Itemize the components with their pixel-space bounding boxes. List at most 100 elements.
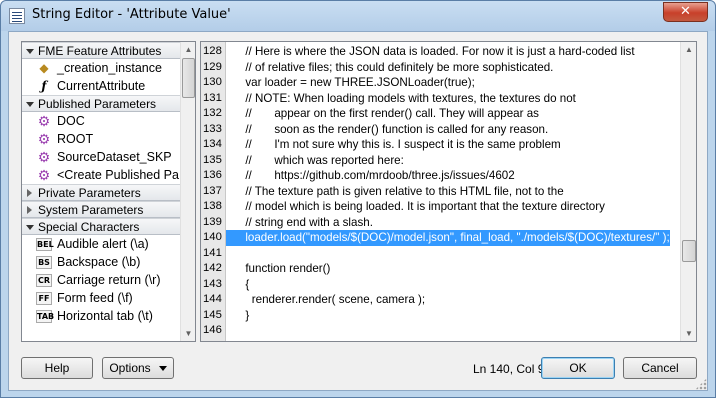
scroll-thumb[interactable] [182,58,195,98]
list-item[interactable]: ƒ CurrentAttribute [22,77,180,95]
line-number: 132 [203,107,222,119]
chevron-right-icon[interactable] [27,206,32,214]
function-icon: ƒ [41,79,47,93]
code-line[interactable]: 145 } [201,308,679,324]
list-item-label: CurrentAttribute [57,79,146,93]
list-item[interactable]: FF Form feed (\f) [22,289,180,307]
code-line[interactable]: 144 renderer.render( scene, camera ); [201,292,679,308]
resize-grip[interactable] [695,378,707,390]
line-text: function render() [226,262,331,275]
line-text: renderer.render( scene, camera ); [226,293,426,306]
code-line[interactable]: 135 // which was reported here: [201,153,679,169]
list-item[interactable]: BS Backspace (\b) [22,253,180,271]
code-line[interactable]: 141 [201,246,679,262]
list-item[interactable]: ⚙ <Create Published Pa [22,166,180,184]
scroll-up-icon[interactable]: ▲ [681,42,696,57]
group-header[interactable]: Private Parameters [22,184,180,201]
code-line[interactable]: 134 // I'm not sure why this is. I suspe… [201,137,679,153]
code-line[interactable]: 129 // of relative files; this could def… [201,60,679,76]
code-line[interactable]: 128 // Here is where the JSON data is lo… [201,44,679,60]
list-item[interactable]: CR Carriage return (\r) [22,271,180,289]
app-icon [9,8,25,24]
line-number: 145 [203,308,222,321]
line-number: 144 [203,293,222,305]
scroll-up-icon[interactable]: ▲ [181,42,195,57]
list-item[interactable]: TAB Horizontal tab (\t) [22,307,180,325]
line-text: // soon as the render() function is call… [226,122,549,136]
line-number: 129 [203,60,222,73]
group-label: Special Characters [38,220,140,234]
code-line[interactable]: 146 [201,323,679,339]
gear-icon: ⚙ [37,167,51,183]
list-item[interactable]: ⚙ ROOT [22,130,180,148]
gear-icon: ⚙ [37,113,51,129]
group-label: System Parameters [38,203,144,217]
line-text: } [226,308,250,322]
list-item-label: Horizontal tab (\t) [57,309,153,323]
code-text-area[interactable]: 128 // Here is where the JSON data is lo… [201,44,679,341]
ff-icon: FF [36,292,52,305]
line-text: // appear on the first render() call. Th… [226,107,539,120]
group-header[interactable]: FME Feature Attributes [22,42,180,59]
line-number: 142 [203,262,222,274]
close-button[interactable]: ✕ [663,2,708,22]
options-button[interactable]: Options [102,357,174,379]
list-item-label: DOC [57,114,85,128]
code-line[interactable]: 138 // model which is being loaded. It i… [201,199,679,215]
cancel-button[interactable]: Cancel [623,357,697,379]
string-editor-window: String Editor - 'Attribute Value' ✕ FME … [0,0,716,398]
group-header[interactable]: Special Characters [22,218,180,235]
line-text: // https://github.com/mrdoob/three.js/is… [226,169,515,182]
cursor-position-status: Ln 140, Col 92 [473,362,552,376]
code-line[interactable]: 132 // appear on the first render() call… [201,106,679,122]
code-line[interactable]: 142 function render() [201,261,679,277]
line-number: 135 [203,153,222,166]
group-label: Published Parameters [38,97,157,111]
line-text: // The texture path is given relative to… [226,184,564,198]
code-line[interactable]: 131 // NOTE: When loading models with te… [201,91,679,107]
scroll-down-icon[interactable]: ▼ [181,326,195,341]
list-item-label: Form feed (\f) [57,291,133,305]
code-line[interactable]: 137 // The texture path is given relativ… [201,184,679,200]
attribute-list: FME Feature Attributes ◆ _creation_instanc… [22,42,180,341]
bs-icon: BS [36,256,52,269]
list-item-label: Backspace (\b) [57,255,141,269]
line-text: function onDocumentMouseDown( event ) [226,339,462,342]
line-text: { [226,277,250,291]
scroll-down-icon[interactable]: ▼ [681,326,696,341]
group-header[interactable]: System Parameters [22,201,180,218]
line-number: 133 [203,122,222,135]
code-line[interactable]: 136 // https://github.com/mrdoob/three.j… [201,168,679,184]
scroll-thumb[interactable] [682,240,696,262]
cr-icon: CR [36,274,52,287]
list-item-label: ROOT [57,132,94,146]
chevron-right-icon[interactable] [27,189,32,197]
list-item[interactable]: BEL Audible alert (\a) [22,235,180,253]
code-line[interactable]: 133 // soon as the render() function is … [201,122,679,138]
title-bar[interactable]: String Editor - 'Attribute Value' ✕ [1,1,715,31]
chevron-down-icon[interactable] [26,102,34,107]
close-icon: ✕ [680,4,691,19]
code-line[interactable]: 147 function onDocumentMouseDown( event … [201,339,679,342]
help-button[interactable]: Help [21,357,93,379]
list-item[interactable]: ⚙ SourceDataset_SKP [22,148,180,166]
list-item[interactable]: ⚙ DOC [22,112,180,130]
chevron-down-icon[interactable] [26,225,34,230]
code-line[interactable]: 143 { [201,277,679,293]
line-number: 138 [203,200,222,212]
code-line[interactable]: 130 var loader = new THREE.JSONLoader(tr… [201,75,679,91]
editor-scrollbar[interactable]: ▲ ▼ [680,42,696,341]
ok-button[interactable]: OK [541,357,615,379]
chevron-down-icon[interactable] [26,49,34,54]
code-editor[interactable]: 128 // Here is where the JSON data is lo… [200,41,697,342]
line-number: 140 [203,231,222,243]
code-line[interactable]: 139 // string end with a slash. [201,215,679,231]
line-number: 130 [203,76,222,88]
group-header[interactable]: Published Parameters [22,95,180,112]
attribute-list-scrollbar[interactable]: ▲ ▼ [180,42,195,341]
code-line[interactable]: 140 loader.load("models/$(DOC)/model.jso… [201,230,679,246]
line-text: // string end with a slash. [226,215,373,229]
line-number: 128 [203,45,222,57]
tab-icon: TAB [36,310,55,323]
list-item[interactable]: ◆ _creation_instance [22,59,180,77]
